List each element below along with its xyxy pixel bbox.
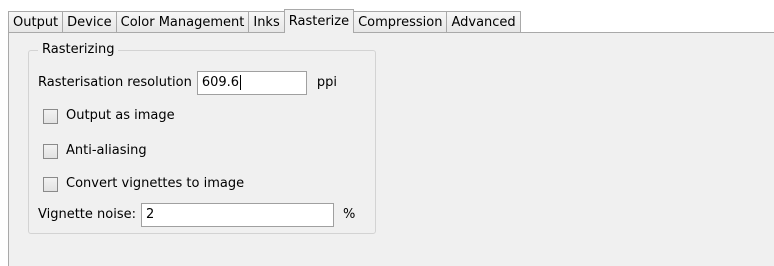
resolution-unit: ppi [316,75,337,90]
tab-bar: Output Device Color Management Inks Rast… [8,9,521,33]
vignette-noise-input[interactable]: 2 [141,203,334,227]
rasterizing-group-title: Rasterizing [38,41,119,59]
tab-device[interactable]: Device [62,11,116,33]
vignette-noise-unit: % [343,207,356,222]
anti-aliasing-checkbox[interactable] [43,143,58,159]
convert-vignettes-checkbox[interactable] [43,176,58,192]
tab-inks[interactable]: Inks [248,11,284,33]
vignette-noise-value: 2 [146,207,155,222]
resolution-row: Rasterisation resolution 609.6 ppi [38,71,337,95]
vignette-noise-row: Vignette noise: 2 % [38,203,355,227]
tab-color-management[interactable]: Color Management [115,11,249,33]
anti-aliasing-label: Anti-aliasing [66,143,147,158]
convert-vignettes-label: Convert vignettes to image [66,176,245,191]
tab-compression[interactable]: Compression [354,11,447,33]
tab-output[interactable]: Output [8,11,63,33]
vignette-noise-label: Vignette noise: [38,207,136,222]
text-caret [240,75,242,90]
convert-vignettes-row[interactable]: Convert vignettes to image [43,173,244,195]
tab-rasterize[interactable]: Rasterize [283,9,355,33]
tab-advanced[interactable]: Advanced [446,11,521,33]
output-as-image-row[interactable]: Output as image [43,105,175,127]
output-as-image-checkbox[interactable] [43,108,58,124]
output-as-image-label: Output as image [66,108,175,123]
resolution-value: 609.6 [201,75,240,90]
resolution-label: Rasterisation resolution [38,75,192,90]
anti-aliasing-row[interactable]: Anti-aliasing [43,140,147,162]
resolution-input[interactable]: 609.6 [196,71,307,95]
